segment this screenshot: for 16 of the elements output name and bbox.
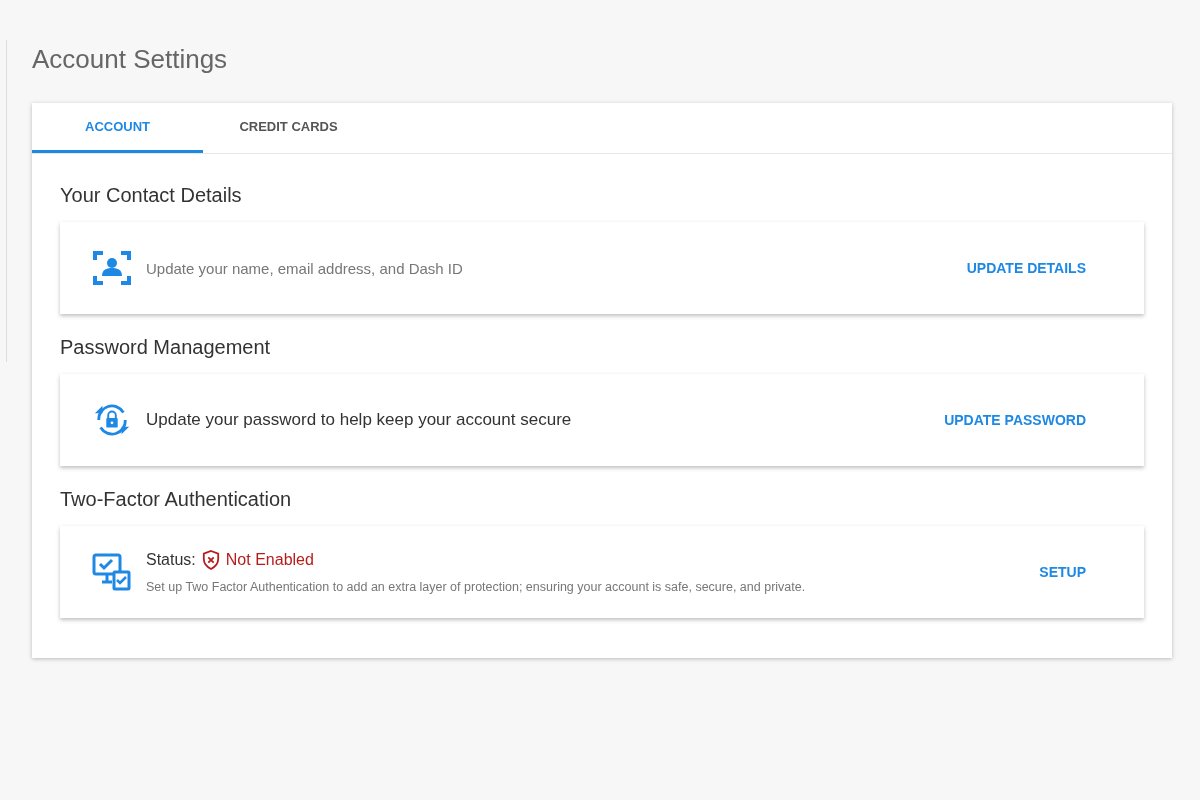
monitor-check-icon [90,552,134,592]
tab[interactable]: ACCOUNT [32,103,203,153]
action-link[interactable]: UPDATE DETAILS [966,254,1086,282]
section-heading: Two-Factor Authentication [60,488,293,511]
tab[interactable]: CREDIT CARDS [203,103,374,153]
action-link[interactable]: SETUP [1039,558,1086,586]
status-label: Status: [146,551,196,569]
action-link[interactable]: UPDATE PASSWORD [944,406,1086,434]
person-frame-icon [90,248,134,288]
description: Update your name, email address, and Dash ID [146,259,464,277]
description: Update your password to help keep your account secure [146,410,573,430]
page-title: Account Settings [32,44,229,75]
section-heading: Your Contact Details [60,184,243,207]
description: Set up Two Factor Authentication to add an extra layer of protection; ensuring your account is safe, secure, and private. [146,580,807,594]
status-value: Not Enabled [225,551,314,569]
section-heading: Password Management [60,336,272,359]
